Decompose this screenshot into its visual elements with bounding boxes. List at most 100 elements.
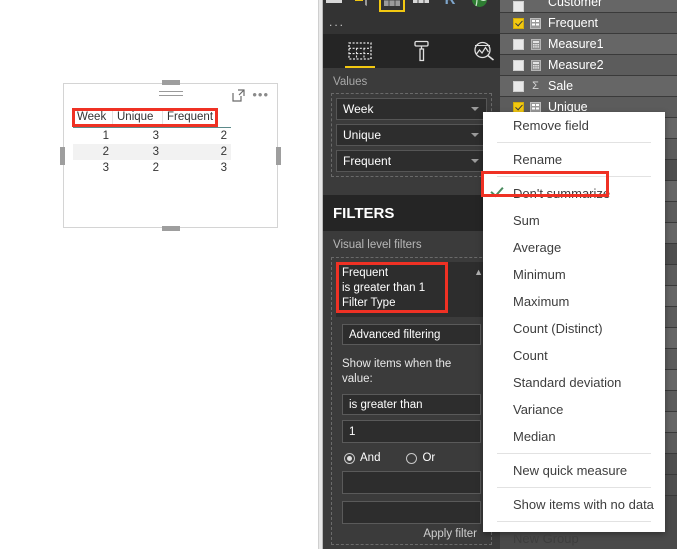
filter-type-select[interactable]: Advanced filtering [342, 324, 481, 345]
well-field-label: Unique [343, 128, 382, 142]
field-list-item[interactable]: Σ Sale [500, 76, 677, 97]
well-field-label: Week [343, 102, 374, 116]
menu-item-remove-field[interactable]: Remove field [483, 112, 665, 139]
resize-handle-bottom[interactable] [161, 226, 180, 231]
resize-handle-top[interactable] [161, 80, 180, 85]
r-script-visual-icon[interactable]: R [437, 0, 463, 12]
well-field-unique[interactable]: Unique [336, 124, 487, 146]
field-context-menu[interactable]: Remove field Rename Don't summarize Sum … [481, 112, 665, 546]
cell-unique: 2 [152, 162, 159, 174]
chevron-down-icon[interactable] [471, 107, 479, 111]
field-checkbox[interactable] [513, 17, 524, 29]
menu-item-new-quick-measure[interactable]: New quick measure [483, 457, 665, 484]
visualizations-pane: R ... [323, 0, 500, 549]
resize-handle-left[interactable] [60, 146, 65, 165]
visual-level-filters-label: Visual level filters [333, 239, 422, 251]
field-checkbox[interactable] [513, 101, 524, 113]
field-label: Customer [548, 0, 603, 9]
tab-analytics[interactable] [469, 38, 499, 64]
table-visual[interactable]: ••• Week Unique Frequent 1 3 2 2 3 2 3 2… [63, 83, 278, 228]
menu-item-median[interactable]: Median [483, 423, 665, 450]
map-visual-icon[interactable] [466, 0, 492, 12]
menu-separator [497, 142, 651, 143]
filter-card-frequent[interactable]: Frequent is greater than 1 Filter Type ▲… [331, 257, 492, 545]
funnel-visual-icon[interactable] [350, 0, 376, 12]
chevron-up-icon[interactable]: ▲ [474, 267, 483, 277]
well-field-week[interactable]: Week [336, 98, 487, 120]
column-header-unique[interactable]: Unique [113, 109, 163, 126]
menu-item-average[interactable]: Average [483, 234, 665, 261]
radio-and-label: And [360, 452, 381, 464]
table-visual-container[interactable]: ••• Week Unique Frequent 1 3 2 2 3 2 3 2… [60, 80, 281, 231]
table-header-row[interactable]: Week Unique Frequent [73, 109, 231, 126]
date-field-icon [529, 17, 542, 30]
resize-handle-right[interactable] [276, 146, 281, 165]
check-icon [490, 183, 504, 198]
field-list-item[interactable]: Customer [500, 0, 677, 13]
apply-filter-button[interactable]: Apply filter [336, 524, 487, 540]
menu-item-dont-summarize[interactable]: Don't summarize [483, 180, 665, 207]
menu-item-sum[interactable]: Sum [483, 207, 665, 234]
filter-prompt: Show items when the value: [342, 358, 452, 385]
more-visual-types-icon[interactable]: ... [329, 16, 345, 28]
chevron-down-icon[interactable] [471, 159, 479, 163]
menu-item-standard-deviation[interactable]: Standard deviation [483, 369, 665, 396]
calculator-icon [529, 59, 542, 72]
table-visual-icon[interactable] [379, 0, 405, 12]
menu-item-new-group[interactable]: New Group [483, 525, 665, 552]
menu-item-label: Don't summarize [513, 186, 611, 201]
menu-item-rename[interactable]: Rename [483, 146, 665, 173]
menu-item-count-distinct[interactable]: Count (Distinct) [483, 315, 665, 342]
radio-and-icon[interactable] [344, 452, 355, 464]
menu-separator [497, 521, 651, 522]
radio-or[interactable]: Or [406, 452, 435, 464]
focus-mode-icon[interactable] [232, 89, 245, 102]
filters-body: Visual level filters Frequent is greater… [323, 231, 500, 549]
report-canvas[interactable]: ••• Week Unique Frequent 1 3 2 2 3 2 3 2… [0, 0, 322, 549]
menu-item-maximum[interactable]: Maximum [483, 288, 665, 315]
card-visual-icon[interactable] [321, 0, 347, 12]
chevron-down-icon[interactable] [471, 133, 479, 137]
more-options-icon[interactable]: ••• [252, 88, 269, 101]
filter-operator-select[interactable]: is greater than [342, 394, 481, 415]
well-field-frequent[interactable]: Frequent [336, 150, 487, 172]
filter-operator2-select[interactable] [342, 471, 481, 494]
cell-frequent: 2 [220, 130, 227, 142]
menu-separator [497, 176, 651, 177]
table-row[interactable]: 3 2 3 [73, 160, 231, 176]
tab-format[interactable] [407, 38, 437, 64]
filter-value-input[interactable]: 1 [342, 420, 481, 443]
filter-value2-input[interactable] [342, 501, 481, 524]
radio-or-label: Or [422, 452, 436, 464]
cell-week: 1 [102, 130, 109, 142]
field-list-item[interactable]: Frequent [500, 13, 677, 34]
visual-table[interactable]: Week Unique Frequent 1 3 2 2 3 2 3 2 3 [73, 109, 231, 176]
field-checkbox[interactable] [513, 59, 524, 71]
radio-or-icon[interactable] [406, 452, 418, 464]
cell-week: 3 [102, 162, 109, 174]
column-header-frequent[interactable]: Frequent [163, 109, 231, 126]
cell-week: 2 [102, 146, 109, 158]
field-list-item[interactable]: Measure2 [500, 55, 677, 76]
radio-and[interactable]: And [344, 452, 380, 464]
field-checkbox[interactable] [513, 38, 524, 50]
visual-header: ••• [64, 84, 277, 108]
table-row[interactable]: 1 3 2 [73, 128, 231, 144]
matrix-visual-icon[interactable] [408, 0, 434, 12]
menu-item-variance[interactable]: Variance [483, 396, 665, 423]
filter-field-name: Frequent [342, 267, 389, 279]
field-checkbox[interactable] [513, 80, 524, 92]
cell-frequent: 3 [220, 162, 227, 174]
menu-item-show-items-with-no-data[interactable]: Show items with no data [483, 491, 665, 518]
drag-handle-icon[interactable] [158, 91, 183, 99]
table-row[interactable]: 2 3 2 [73, 144, 231, 160]
values-well-dropzone[interactable]: Week Unique Frequent [331, 93, 492, 177]
menu-item-minimum[interactable]: Minimum [483, 261, 665, 288]
field-list-item[interactable]: Measure1 [500, 34, 677, 55]
filter-card-summary[interactable]: Frequent is greater than 1 Filter Type [336, 262, 487, 317]
field-checkbox[interactable] [513, 0, 524, 12]
tab-fields[interactable] [345, 38, 375, 69]
column-header-week[interactable]: Week [73, 109, 113, 126]
filter-type-label: Filter Type [342, 297, 396, 309]
menu-item-count[interactable]: Count [483, 342, 665, 369]
